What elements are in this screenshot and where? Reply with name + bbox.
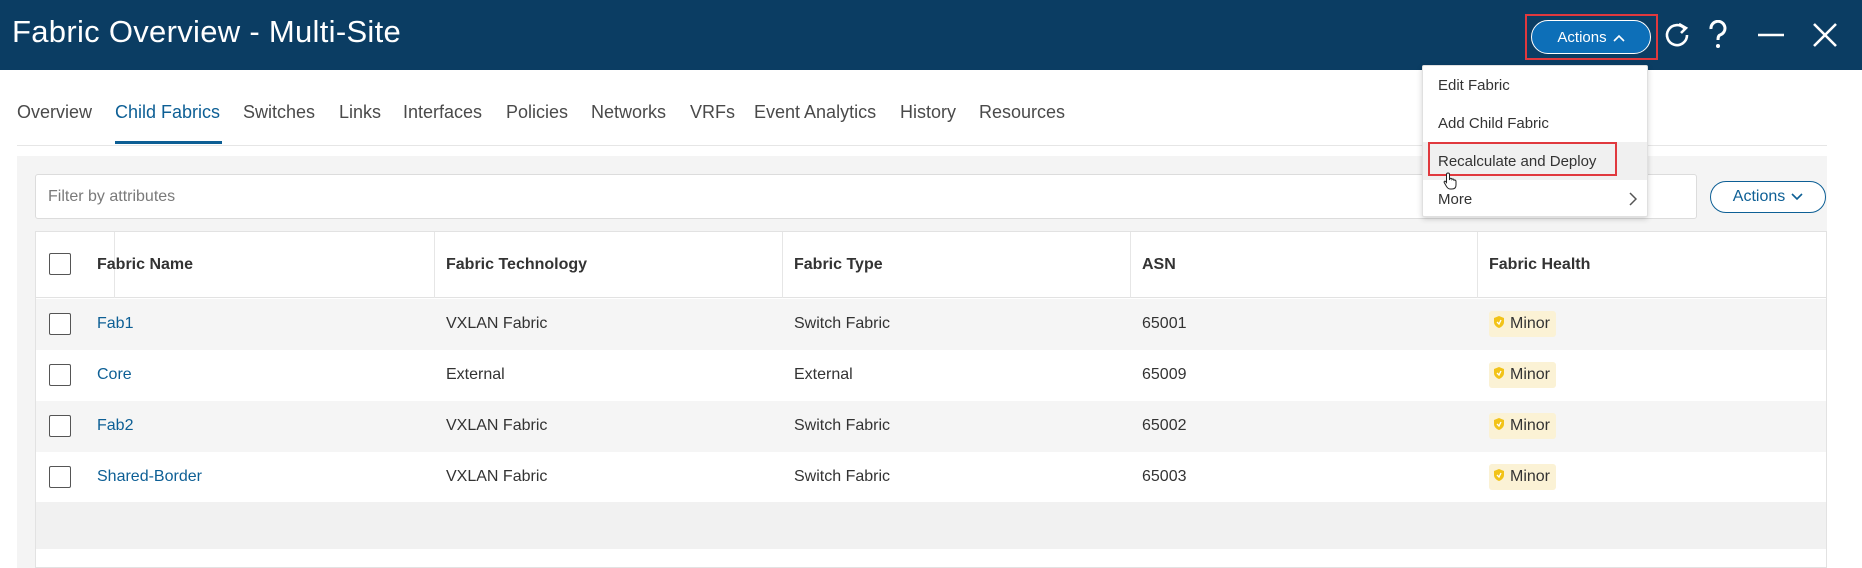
- refresh-icon[interactable]: [1658, 16, 1696, 54]
- table-actions-label: Actions: [1732, 188, 1786, 205]
- tab-interfaces[interactable]: Interfaces: [403, 102, 482, 123]
- table-row: Shared-Border VXLAN Fabric Switch Fabric…: [36, 452, 1826, 503]
- tab-child-fabrics[interactable]: Child Fabrics: [115, 102, 220, 123]
- table-row: Fab2 VXLAN Fabric Switch Fabric 65002 Mi…: [36, 401, 1826, 452]
- tab-history[interactable]: History: [900, 102, 956, 123]
- tab-policies[interactable]: Policies: [506, 102, 568, 123]
- tab-event-analytics[interactable]: Event Analytics: [754, 102, 876, 123]
- shield-icon: [1493, 315, 1505, 334]
- fabric-type-cell: Switch Fabric: [794, 417, 891, 434]
- column-separator: [434, 232, 435, 298]
- page-title: Fabric Overview - Multi-Site: [12, 14, 402, 49]
- tab-links[interactable]: Links: [339, 102, 381, 123]
- fabric-technology-cell: VXLAN Fabric: [446, 417, 548, 434]
- header-actions-label: Actions: [1557, 28, 1607, 46]
- tab-overview[interactable]: Overview: [17, 102, 92, 123]
- health-label: Minor: [1510, 468, 1551, 485]
- chevron-up-icon: [1613, 29, 1625, 46]
- fabric-technology-cell: VXLAN Fabric: [446, 468, 548, 485]
- column-separator: [1130, 232, 1131, 298]
- menu-item-label: Edit Fabric: [1438, 76, 1510, 94]
- row-checkbox[interactable]: [49, 364, 71, 386]
- column-header-fabric-type[interactable]: Fabric Type: [794, 256, 883, 274]
- asn-cell: 65001: [1142, 315, 1187, 332]
- table-row: Core External External 65009 Minor: [36, 350, 1826, 401]
- table-actions-button[interactable]: Actions: [1710, 181, 1826, 213]
- column-header-asn[interactable]: ASN: [1142, 256, 1176, 274]
- fabric-type-cell: Switch Fabric: [794, 315, 891, 332]
- health-label: Minor: [1510, 366, 1551, 383]
- menu-item-label: Add Child Fabric: [1438, 114, 1549, 132]
- row-checkbox[interactable]: [49, 415, 71, 437]
- health-label: Minor: [1510, 417, 1551, 434]
- asn-cell: 65009: [1142, 366, 1187, 383]
- fabric-name-link[interactable]: Shared-Border: [97, 468, 202, 486]
- fabric-technology-cell: External: [446, 366, 505, 383]
- hand-cursor-icon: [1443, 172, 1459, 195]
- column-header-fabric-technology[interactable]: Fabric Technology: [446, 256, 587, 274]
- tab-networks[interactable]: Networks: [591, 102, 666, 123]
- select-all-checkbox[interactable]: [49, 253, 71, 275]
- table-row: Fab1 VXLAN Fabric Switch Fabric 65001 Mi…: [36, 299, 1826, 350]
- empty-table-row: [36, 502, 1826, 549]
- health-badge: Minor: [1489, 413, 1557, 439]
- child-fabrics-table: Fabric Name Fabric Technology Fabric Typ…: [35, 231, 1827, 568]
- help-icon[interactable]: [1699, 16, 1737, 54]
- table-header: Fabric Name Fabric Technology Fabric Typ…: [36, 232, 1826, 298]
- health-label: Minor: [1510, 315, 1551, 332]
- chevron-right-icon: [1629, 192, 1638, 210]
- row-checkbox[interactable]: [49, 313, 71, 335]
- fabric-technology-cell: VXLAN Fabric: [446, 315, 548, 332]
- fabric-name-link[interactable]: Fab1: [97, 315, 133, 333]
- tab-switches[interactable]: Switches: [243, 102, 315, 123]
- fabric-name-link[interactable]: Core: [97, 366, 132, 384]
- tab-resources[interactable]: Resources: [979, 102, 1065, 123]
- fabric-name-link[interactable]: Fab2: [97, 417, 133, 435]
- active-tab-indicator: [115, 141, 222, 144]
- close-icon[interactable]: [1806, 16, 1844, 54]
- tab-vrfs[interactable]: VRFs: [690, 102, 735, 123]
- row-checkbox[interactable]: [49, 466, 71, 488]
- chevron-down-icon: [1791, 188, 1803, 206]
- header-actions-button[interactable]: Actions: [1531, 20, 1651, 54]
- health-badge: Minor: [1489, 311, 1557, 337]
- menu-item-label: Recalculate and Deploy: [1438, 152, 1597, 170]
- shield-icon: [1493, 468, 1505, 487]
- column-header-fabric-name[interactable]: Fabric Name: [97, 256, 193, 274]
- minimize-icon[interactable]: [1752, 16, 1790, 54]
- column-separator: [782, 232, 783, 298]
- health-badge: Minor: [1489, 362, 1557, 388]
- fabric-type-cell: External: [794, 366, 853, 383]
- asn-cell: 65003: [1142, 468, 1187, 485]
- fabric-type-cell: Switch Fabric: [794, 468, 891, 485]
- menu-item-edit-fabric[interactable]: Edit Fabric: [1423, 66, 1647, 104]
- column-separator: [1477, 232, 1478, 298]
- health-badge: Minor: [1489, 464, 1557, 490]
- asn-cell: 65002: [1142, 417, 1187, 434]
- shield-icon: [1493, 417, 1505, 436]
- shield-icon: [1493, 366, 1505, 385]
- menu-item-add-child-fabric[interactable]: Add Child Fabric: [1423, 104, 1647, 142]
- column-header-fabric-health[interactable]: Fabric Health: [1489, 256, 1590, 274]
